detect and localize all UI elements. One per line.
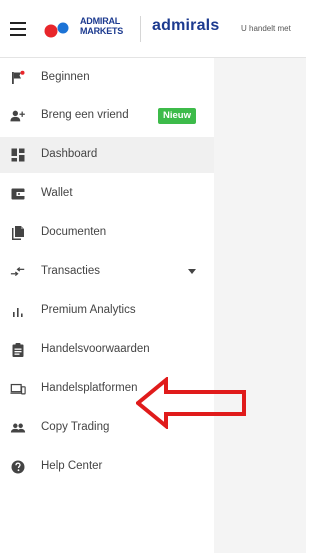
people-icon xyxy=(10,420,26,436)
brand-wordmark: admirals xyxy=(152,17,220,34)
sidebar-item-handelsvoorwaarden[interactable]: Handelsvoorwaarden xyxy=(0,332,214,368)
logo-text: ADMIRAL MARKETS xyxy=(80,16,140,36)
flag-icon xyxy=(10,70,26,86)
annotation-arrow-icon xyxy=(136,377,246,429)
main-content-area xyxy=(214,58,306,553)
logo-line-1: ADMIRAL xyxy=(80,16,121,26)
hamburger-menu-icon[interactable] xyxy=(10,22,26,36)
sidebar-item-label: Premium Analytics xyxy=(41,304,136,316)
sidebar-item-label: Breng een vriend xyxy=(41,109,129,121)
documents-icon xyxy=(10,225,26,241)
sidebar-item-wallet[interactable]: Wallet xyxy=(0,176,214,212)
dashboard-icon xyxy=(10,147,26,163)
sidebar-item-label: Help Center xyxy=(41,460,103,472)
devices-icon xyxy=(10,381,26,397)
sidebar-item-help-center[interactable]: Help Center xyxy=(0,449,214,485)
logo-line-2: MARKETS xyxy=(80,26,124,36)
sidebar-item-documenten[interactable]: Documenten xyxy=(0,215,214,251)
sidebar-item-breng-een-vriend[interactable]: Breng een vriend Nieuw xyxy=(0,98,214,134)
sidebar-item-label: Handelsplatformen xyxy=(41,382,138,394)
sidebar-item-beginnen[interactable]: Beginnen xyxy=(0,60,214,96)
bar-chart-icon xyxy=(10,303,26,319)
sidebar-item-label: Transacties xyxy=(41,265,101,277)
add-person-icon xyxy=(10,108,26,124)
sidebar-item-transacties[interactable]: Transacties xyxy=(0,254,214,290)
sidebar-item-premium-analytics[interactable]: Premium Analytics xyxy=(0,293,214,329)
chevron-down-icon[interactable] xyxy=(188,269,196,274)
sidebar-item-label: Wallet xyxy=(41,187,73,199)
sidebar-item-label: Dashboard xyxy=(41,148,98,160)
clipboard-icon xyxy=(10,342,26,358)
sidebar: Beginnen Breng een vriend Nieuw Dashboar… xyxy=(0,58,214,553)
sidebar-item-label: Beginnen xyxy=(41,71,90,83)
wallet-icon xyxy=(10,186,26,202)
sidebar-item-dashboard[interactable]: Dashboard xyxy=(0,137,214,173)
header-note: U handelt met xyxy=(241,24,291,33)
transfer-arrows-icon xyxy=(10,264,26,280)
top-bar: ADMIRAL MARKETS admirals U handelt met xyxy=(0,0,306,58)
sidebar-item-label: Documenten xyxy=(41,226,107,238)
logo-divider xyxy=(140,16,141,42)
sidebar-item-label: Copy Trading xyxy=(41,421,110,433)
admiral-markets-logo-icon xyxy=(44,22,69,38)
sidebar-item-label: Handelsvoorwaarden xyxy=(41,343,150,355)
help-icon xyxy=(10,459,26,475)
new-badge: Nieuw xyxy=(158,108,196,124)
